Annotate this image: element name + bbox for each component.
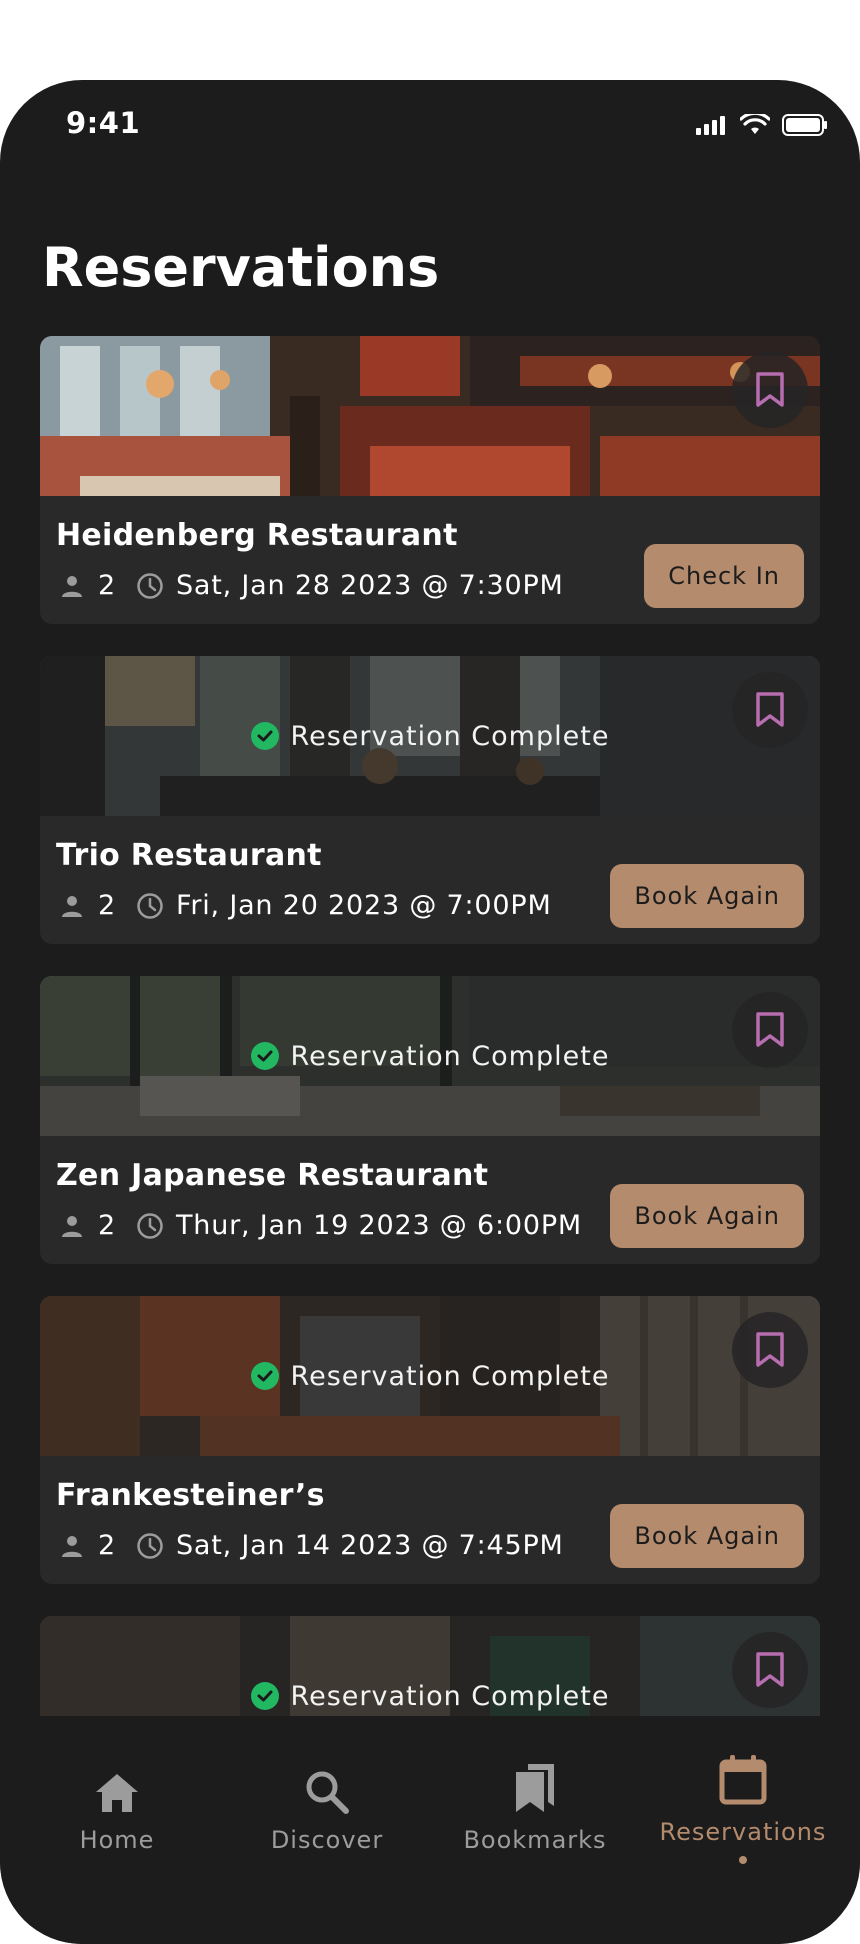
book-again-button[interactable]: Book Again (610, 864, 804, 928)
tab-label: Bookmarks (463, 1826, 607, 1854)
bookmark-icon (756, 372, 784, 407)
reservation-meta: 2 Thur, Jan 19 2023 @ 6:00PM (58, 1210, 582, 1241)
clock-icon (136, 572, 164, 600)
phone-screen: 9:41 Reservations Heidenberg Restaurant … (0, 80, 860, 1944)
tab-label: Reservations (659, 1818, 827, 1846)
reservation-complete-label: Reservation Complete (40, 1616, 820, 1716)
tab-label: Home (79, 1826, 155, 1854)
clock-icon (136, 892, 164, 920)
status-time: 9:41 (66, 106, 141, 140)
reservation-card[interactable]: Reservation Complete (40, 1616, 820, 1716)
reservation-datetime: Fri, Jan 20 2023 @ 7:00PM (175, 890, 552, 921)
page-title: Reservations (42, 236, 440, 299)
restaurant-name: Trio Restaurant (56, 838, 322, 873)
home-icon (96, 1774, 138, 1812)
bookmark-icon (756, 692, 784, 727)
bookmark-button[interactable] (732, 352, 808, 428)
restaurant-photo (40, 336, 820, 496)
book-again-button[interactable]: Book Again (610, 1504, 804, 1568)
reservation-complete-label: Reservation Complete (40, 656, 820, 816)
bookmark-icon (756, 1332, 784, 1367)
clock-icon (136, 1212, 164, 1240)
calendar-icon (719, 1755, 767, 1805)
person-icon (58, 1532, 86, 1560)
status-icons (696, 114, 828, 136)
check-circle-icon (250, 1682, 279, 1710)
restaurant-name: Heidenberg Restaurant (56, 518, 458, 553)
person-icon (58, 892, 86, 920)
reservation-card[interactable]: Reservation Complete Zen Japanese Restau… (40, 976, 820, 1264)
guest-count: 2 (98, 1210, 116, 1241)
bookmark-button[interactable] (732, 672, 808, 748)
status-bar: 9:41 (0, 80, 860, 170)
status-text: Reservation Complete (290, 720, 610, 752)
status-text: Reservation Complete (290, 1040, 610, 1072)
reservation-datetime: Sat, Jan 28 2023 @ 7:30PM (175, 570, 564, 601)
person-icon (58, 1212, 86, 1240)
reservation-card[interactable]: Heidenberg Restaurant 2 Sat, Jan 28 2023… (40, 336, 820, 624)
bookmark-button[interactable] (732, 1632, 808, 1708)
bookmark-button[interactable] (732, 1312, 808, 1388)
reservation-complete-label: Reservation Complete (40, 976, 820, 1136)
tab-bookmarks[interactable]: Bookmarks (430, 1744, 640, 1854)
reservation-meta: 2 Sat, Jan 14 2023 @ 7:45PM (58, 1530, 564, 1561)
check-circle-icon (250, 1362, 279, 1390)
bookmarks-icon (516, 1764, 554, 1812)
status-text: Reservation Complete (290, 1360, 610, 1392)
reservation-datetime: Thur, Jan 19 2023 @ 6:00PM (175, 1210, 582, 1241)
restaurant-name: Frankesteiner’s (56, 1478, 325, 1513)
bookmark-icon (756, 1012, 784, 1047)
guest-count: 2 (98, 1530, 116, 1561)
check-circle-icon (250, 722, 279, 750)
restaurant-name: Zen Japanese Restaurant (56, 1158, 489, 1193)
tab-home[interactable]: Home (12, 1744, 222, 1854)
guest-count: 2 (98, 890, 116, 921)
bookmark-button[interactable] (732, 992, 808, 1068)
person-icon (58, 572, 86, 600)
reservation-complete-label: Reservation Complete (40, 1296, 820, 1456)
check-in-button[interactable]: Check In (644, 544, 804, 608)
bookmark-icon (756, 1652, 784, 1687)
reservation-datetime: Sat, Jan 14 2023 @ 7:45PM (175, 1530, 564, 1561)
guest-count: 2 (98, 570, 116, 601)
tab-discover[interactable]: Discover (222, 1744, 432, 1854)
tab-reservations[interactable]: Reservations (638, 1736, 848, 1864)
reservation-card[interactable]: Reservation Complete Frankesteiner’s 2 S… (40, 1296, 820, 1584)
tab-bar: Home Discover Bookmarks Reservations (0, 1716, 860, 1944)
clock-icon (136, 1532, 164, 1560)
reservation-meta: 2 Sat, Jan 28 2023 @ 7:30PM (58, 570, 564, 601)
status-text: Reservation Complete (290, 1680, 610, 1712)
reservations-list[interactable]: Heidenberg Restaurant 2 Sat, Jan 28 2023… (40, 336, 820, 1716)
signal-icon (696, 116, 725, 135)
book-again-button[interactable]: Book Again (610, 1184, 804, 1248)
tab-label: Discover (270, 1826, 384, 1854)
search-icon (306, 1771, 349, 1814)
wifi-icon (740, 114, 770, 134)
active-tab-indicator (739, 1856, 747, 1864)
battery-icon (782, 114, 827, 136)
reservation-meta: 2 Fri, Jan 20 2023 @ 7:00PM (58, 890, 552, 921)
check-circle-icon (250, 1042, 279, 1070)
reservation-card[interactable]: Reservation Complete Trio Restaurant 2 F… (40, 656, 820, 944)
